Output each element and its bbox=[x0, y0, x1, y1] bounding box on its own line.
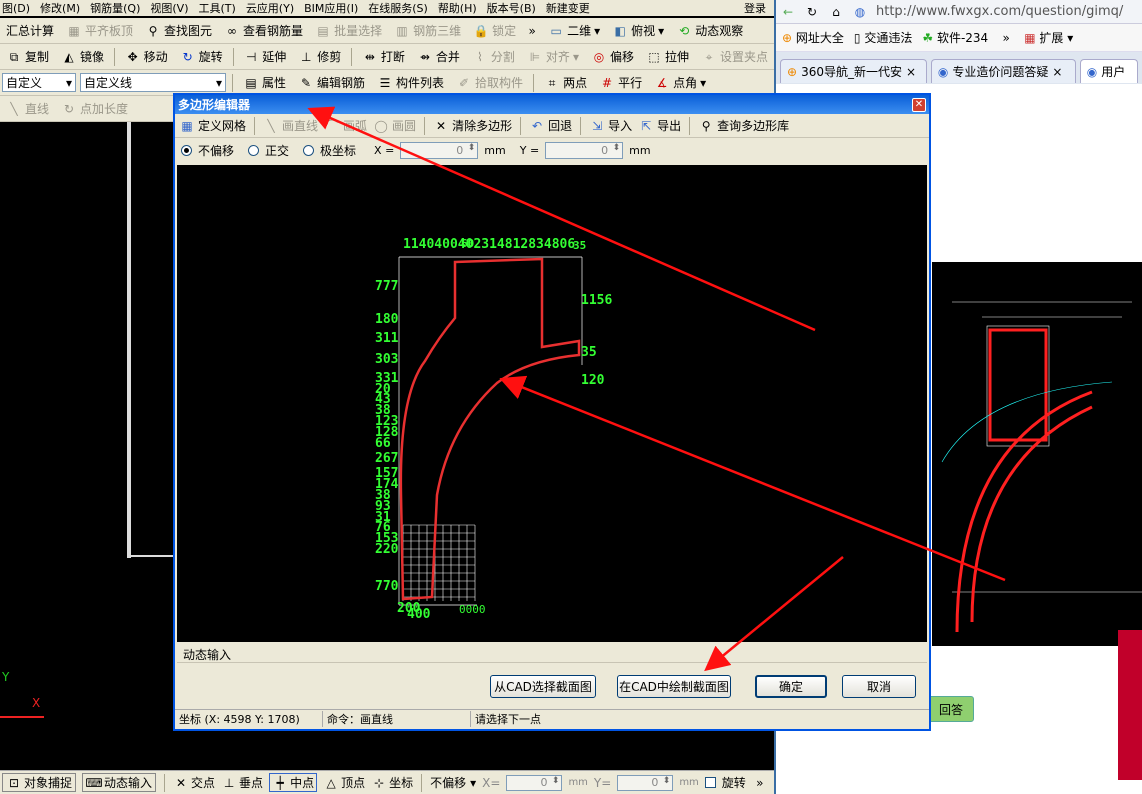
rotate-label: 旋转 bbox=[721, 776, 746, 790]
snap-icon: ⊡ bbox=[8, 775, 20, 790]
status-y-input[interactable]: 0 bbox=[617, 774, 674, 791]
dyn-input-icon: ⌨ bbox=[85, 775, 103, 790]
object-snap-toggle[interactable]: ⊡ 对象捕捉 bbox=[2, 773, 77, 792]
snap-intersection[interactable]: ✕ 交点 bbox=[173, 774, 215, 791]
coordinate-icon: ⊹ bbox=[374, 775, 385, 790]
status-y-label: Y= bbox=[593, 775, 612, 790]
rotate-checkbox[interactable] bbox=[704, 777, 716, 788]
bottom-status-bar: ⊡ 对象捕捉 ⌨ 动态输入 ✕ 交点 ⊥ 垂点 ┿ 中点 △ 顶点 ⊹ 坐标 不偏移 ▾ X= … bbox=[0, 770, 774, 794]
arrow-to-title bbox=[307, 106, 816, 332]
annotation-arrows bbox=[307, 106, 1006, 672]
arrow-to-arc bbox=[499, 375, 1006, 582]
status-y-unit: mm bbox=[679, 777, 699, 788]
snap-perpendicular[interactable]: ⊥ 垂点 bbox=[221, 774, 263, 791]
status-x-unit: mm bbox=[568, 777, 588, 788]
vertex-icon: △ bbox=[326, 775, 336, 790]
more-chevron-icon[interactable]: » bbox=[752, 775, 768, 791]
snap-midpoint[interactable]: ┿ 中点 bbox=[269, 773, 318, 792]
intersection-icon: ✕ bbox=[176, 775, 187, 790]
status-x-label: X= bbox=[482, 775, 501, 790]
snap-coordinate[interactable]: ⊹ 坐标 bbox=[371, 774, 413, 791]
perpendicular-icon: ⊥ bbox=[223, 775, 235, 790]
offset-dropdown[interactable]: 不偏移 ▾ bbox=[430, 774, 476, 791]
snap-vertex[interactable]: △ 顶点 bbox=[323, 774, 365, 791]
dynamic-input-toggle[interactable]: ⌨ 动态输入 bbox=[82, 773, 157, 792]
arrow-to-draw-button bbox=[704, 556, 844, 672]
status-x-input[interactable]: 0 bbox=[506, 774, 563, 791]
midpoint-icon: ┿ bbox=[276, 775, 284, 790]
